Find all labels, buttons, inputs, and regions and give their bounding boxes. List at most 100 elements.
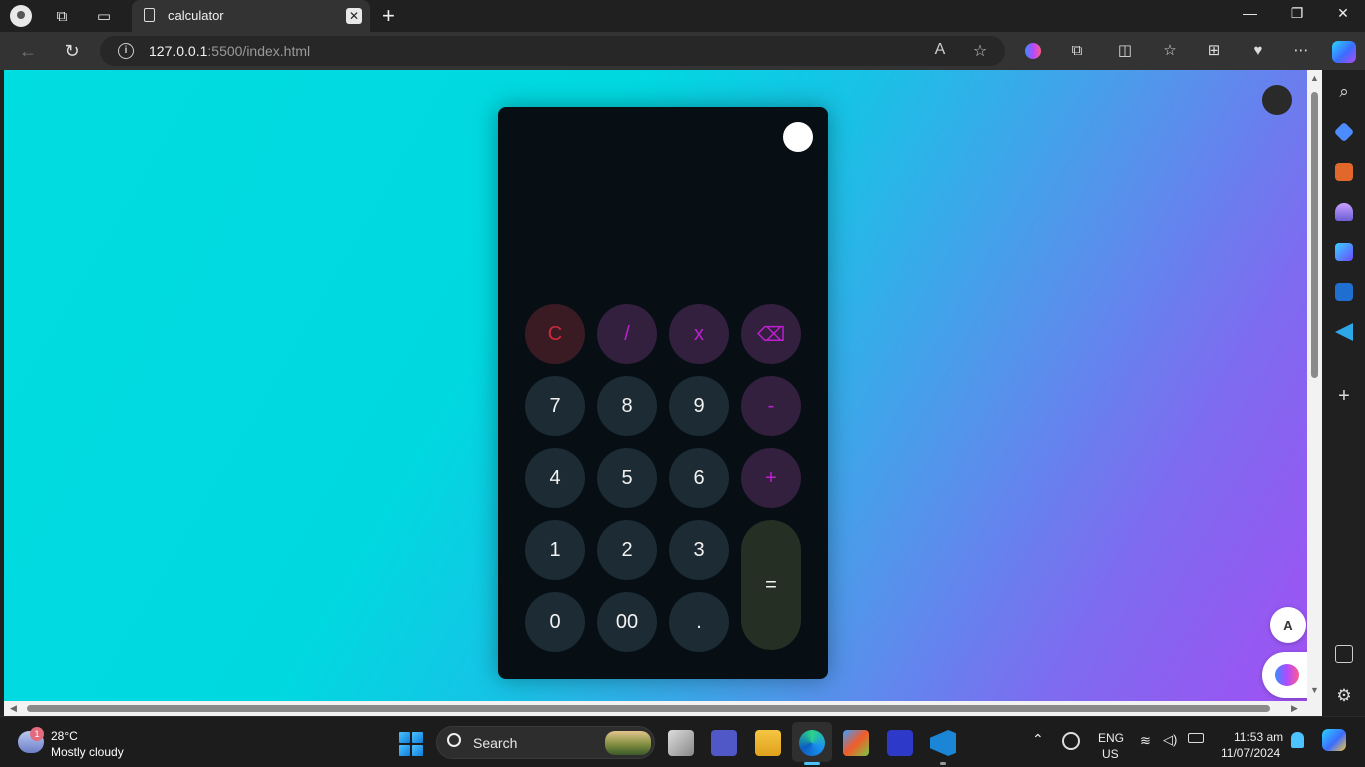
collections-icon[interactable]: ⊞	[1204, 41, 1224, 61]
workspaces-icon[interactable]: ⧉	[50, 4, 74, 28]
language-line-2[interactable]: US	[1102, 747, 1119, 761]
weather-badge: 1	[30, 727, 44, 741]
address-bar[interactable]: i 127.0.0.1:5500/index.html A ☆	[100, 36, 1005, 66]
profile-avatar-icon[interactable]	[10, 5, 32, 27]
copilot-brain-icon[interactable]	[1023, 41, 1043, 61]
notification-bell-icon[interactable]	[1291, 732, 1304, 748]
split-screen-icon[interactable]: ◫	[1115, 41, 1135, 61]
extensions-icon[interactable]: ⧉	[1067, 41, 1087, 61]
taskbar-search-label: Search	[473, 735, 518, 751]
task-view-icon[interactable]	[668, 730, 694, 756]
url-path: :5500/index.html	[207, 43, 311, 59]
minimize-button[interactable]: —	[1240, 5, 1260, 21]
microsoft-365-icon[interactable]	[1335, 243, 1353, 261]
app-icon[interactable]	[887, 730, 913, 756]
copilot-pre-icon[interactable]	[1322, 729, 1346, 751]
site-info-icon[interactable]: i	[118, 43, 134, 59]
page-viewport: C / x ⌫ 7 8 9-4 5 6 +1 2 3 0 00. = A	[4, 70, 1307, 701]
key-multiply-button[interactable]: x	[669, 304, 729, 364]
edge-browser-icon[interactable]	[799, 730, 825, 756]
browser-toolbar: ← ↻ i 127.0.0.1:5500/index.html A ☆ ⧉ ◫ …	[0, 32, 1365, 70]
back-button[interactable]: ←	[17, 40, 39, 62]
sidebar-search-icon[interactable]: ⌕	[1333, 82, 1355, 102]
scrollbar-corner	[1307, 701, 1322, 716]
url-host: 127.0.0.1	[149, 43, 208, 59]
horizontal-scrollbar[interactable]: ◀ ▶	[4, 701, 1307, 716]
vertical-scrollbar[interactable]: ▲ ▼	[1307, 70, 1322, 701]
key-digit-5-button[interactable]: 5	[597, 448, 657, 508]
sidebar-add-icon[interactable]: +	[1333, 385, 1355, 408]
windows-start-icon[interactable]	[399, 732, 423, 756]
tray-overflow-icon[interactable]: ⌃	[1032, 731, 1044, 748]
send-icon[interactable]	[1335, 323, 1353, 341]
copilot-icon[interactable]	[1332, 41, 1356, 63]
key-decimal-button[interactable]: .	[669, 592, 729, 652]
tab-close-button[interactable]: ✕	[346, 8, 362, 24]
refresh-button[interactable]: ↻	[61, 40, 83, 62]
key-digit-0-button[interactable]: 0	[525, 592, 585, 652]
wifi-icon[interactable]: ≋	[1140, 733, 1151, 749]
key-digit-3-button[interactable]: 3	[669, 520, 729, 580]
key-digit-6-button[interactable]: 6	[669, 448, 729, 508]
scroll-down-icon[interactable]: ▼	[1310, 685, 1319, 695]
key-backspace-button[interactable]: ⌫	[741, 304, 801, 364]
search-icon	[447, 733, 461, 747]
translate-icon[interactable]: A	[1270, 607, 1306, 643]
key-clear-button[interactable]: C	[525, 304, 585, 364]
key-plus-button[interactable]: +	[741, 448, 801, 508]
more-menu-icon[interactable]: ⋯	[1291, 41, 1311, 61]
tools-briefcase-icon[interactable]	[1335, 163, 1353, 181]
sync-icon[interactable]	[1062, 732, 1080, 750]
clock-time[interactable]: 11:53 am	[1234, 730, 1283, 744]
restore-button[interactable]: ❐	[1287, 5, 1307, 22]
scroll-right-icon[interactable]: ▶	[1291, 703, 1298, 714]
key-equals-button[interactable]: =	[741, 520, 801, 650]
url-text[interactable]: 127.0.0.1:5500/index.html	[149, 43, 310, 59]
scroll-left-icon[interactable]: ◀	[10, 703, 17, 714]
browser-essentials-icon[interactable]: ♥	[1248, 41, 1268, 61]
language-line-1[interactable]: ENG	[1098, 731, 1124, 745]
calculator-display	[518, 157, 808, 287]
key-minus-button[interactable]: -	[741, 376, 801, 436]
favorite-star-icon[interactable]: ☆	[970, 41, 990, 61]
microsoft-store-icon[interactable]	[843, 730, 869, 756]
key-digit-9-button[interactable]: 9	[669, 376, 729, 436]
tab-calculator[interactable]: calculator ✕	[132, 0, 370, 32]
file-explorer-icon[interactable]	[755, 730, 781, 756]
vertical-scroll-thumb[interactable]	[1311, 92, 1318, 378]
screenshot-icon[interactable]	[1335, 645, 1353, 663]
games-chess-icon[interactable]	[1335, 203, 1353, 221]
weather-temperature[interactable]: 28°C	[51, 729, 78, 743]
key-digit-7-button[interactable]: 7	[525, 376, 585, 436]
tab-title: calculator	[168, 8, 224, 23]
taskbar-search-box[interactable]: Search	[436, 726, 655, 759]
page-theme-toggle[interactable]	[1262, 85, 1292, 115]
key-digit-8-button[interactable]: 8	[597, 376, 657, 436]
close-window-button[interactable]: ✕	[1333, 5, 1353, 22]
scroll-up-icon[interactable]: ▲	[1310, 73, 1319, 83]
key-digit-2-button[interactable]: 2	[597, 520, 657, 580]
clock-date[interactable]: 11/07/2024	[1221, 746, 1280, 760]
outlook-icon[interactable]	[1335, 283, 1353, 301]
weather-description[interactable]: Mostly cloudy	[51, 745, 124, 759]
teams-icon[interactable]	[711, 730, 737, 756]
favorites-icon[interactable]: ☆	[1160, 41, 1180, 61]
read-aloud-icon[interactable]: A	[930, 41, 950, 59]
key-double-zero-button[interactable]: 00	[597, 592, 657, 652]
key-digit-1-button[interactable]: 1	[525, 520, 585, 580]
calculator-mode-toggle[interactable]	[783, 122, 813, 152]
battery-icon[interactable]	[1188, 733, 1204, 743]
tab-actions-icon[interactable]: ▭	[92, 4, 116, 28]
new-tab-button[interactable]: +	[382, 3, 395, 29]
browser-title-bar: ⧉ ▭ calculator ✕ + — ❐ ✕	[0, 0, 1365, 32]
key-divide-button[interactable]: /	[597, 304, 657, 364]
shopping-tag-icon[interactable]	[1333, 121, 1355, 143]
horizontal-scroll-thumb[interactable]	[27, 705, 1270, 712]
floating-copilot-button[interactable]	[1262, 652, 1307, 698]
vscode-icon[interactable]	[930, 730, 956, 756]
vscode-running-indicator	[940, 762, 946, 765]
sidebar-settings-icon[interactable]: ⚙	[1333, 686, 1355, 706]
volume-icon[interactable]: ◁)	[1163, 732, 1177, 748]
edge-sidebar: ⌕ + ⚙	[1322, 70, 1365, 716]
key-digit-4-button[interactable]: 4	[525, 448, 585, 508]
